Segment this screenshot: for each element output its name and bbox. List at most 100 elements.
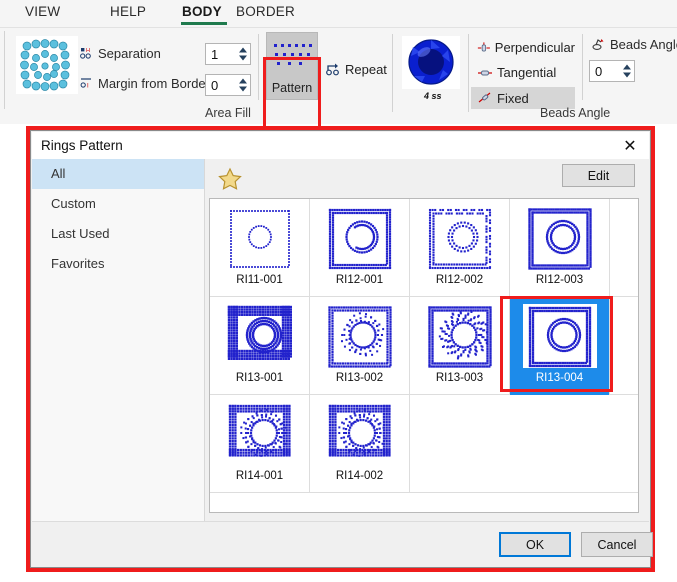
pattern-cell-label: RI13-003 <box>436 372 483 384</box>
close-icon[interactable]: ✕ <box>617 135 643 157</box>
pattern-cell-ri13-004[interactable]: RI13-004 <box>510 297 610 395</box>
ribbon-tab-bar: VIEW HELP BODY BORDER <box>0 0 677 27</box>
pattern-thumb-icon <box>321 205 399 273</box>
pattern-thumb-icon <box>221 303 299 371</box>
tab-border[interactable]: BORDER <box>236 4 295 19</box>
repeat-label: Repeat <box>345 62 387 77</box>
ribbon: VIEW HELP BODY BORDER <box>0 0 677 124</box>
tab-body-underline <box>181 22 227 25</box>
pattern-cell-empty <box>410 395 510 493</box>
sidebar-item-label: All <box>51 166 65 181</box>
pattern-cell-ri13-001[interactable]: RI13-001 <box>210 297 310 395</box>
edit-button[interactable]: Edit <box>562 164 635 187</box>
margin-icon: I <box>80 76 94 93</box>
repeat-button[interactable]: Repeat <box>325 58 393 80</box>
separation-label: Separation <box>98 46 161 61</box>
dialog-main: Edit <box>205 159 649 521</box>
app-root: VIEW HELP BODY BORDER <box>0 0 677 582</box>
pattern-thumb-icon <box>421 205 499 273</box>
tangential-icon <box>477 66 493 80</box>
rings-pattern-dialog-highlight: Rings Pattern ✕ All Custom Last Used Fav… <box>26 126 655 572</box>
separation-spin-arrows[interactable] <box>239 48 247 61</box>
gem-caption: 4 ss <box>424 91 442 101</box>
margin-label: Margin from Borders <box>98 76 216 91</box>
pattern-thumb-icon <box>221 205 299 273</box>
cancel-button[interactable]: Cancel <box>581 532 653 557</box>
svg-text:I: I <box>87 84 89 90</box>
pattern-cell-ri13-002[interactable]: RI13-002 <box>310 297 410 395</box>
pattern-cell-ri14-001[interactable]: RI14-001 <box>210 395 310 493</box>
pattern-row: RI14-001 RI14-002 <box>210 395 638 493</box>
pattern-cell-ri12-001[interactable]: RI12-001 <box>310 199 410 297</box>
gem-icon <box>402 36 460 89</box>
margin-spin-arrows[interactable] <box>239 79 247 92</box>
pattern-row: RI13-001 RI13-002 RI13-003 <box>210 297 638 395</box>
pattern-cell-empty <box>510 395 610 493</box>
margin-stepper[interactable] <box>205 74 251 96</box>
beads-preview-icon <box>17 37 77 93</box>
pattern-grid: RI11-001 RI12-001 RI12-002 <box>210 199 638 493</box>
pattern-cell-label: RI12-002 <box>436 274 483 286</box>
pattern-grid-panel: RI11-001 RI12-001 RI12-002 <box>209 198 639 513</box>
pattern-cell-ri11-001[interactable]: RI11-001 <box>210 199 310 297</box>
dialog-sidebar: All Custom Last Used Favorites <box>32 159 205 521</box>
ribbon-content: H Separation I Margin from Borders <box>0 27 677 124</box>
fixed-icon <box>477 91 493 105</box>
pattern-cell-label: RI14-001 <box>236 470 283 482</box>
gem-preview <box>402 36 460 89</box>
divider-angle <box>468 34 469 112</box>
repeat-icon <box>325 61 341 77</box>
divider-angle-value <box>582 34 583 100</box>
beads-angle-stepper[interactable] <box>589 60 635 82</box>
separation-icon: H <box>80 46 94 63</box>
sidebar-item-custom[interactable]: Custom <box>32 189 204 219</box>
pattern-cell-label: RI13-002 <box>336 372 383 384</box>
option-tangential[interactable]: Tangential <box>477 62 575 83</box>
pattern-cell-ri12-003[interactable]: RI12-003 <box>510 199 610 297</box>
sidebar-item-label: Last Used <box>51 226 110 241</box>
beads-angle-spin-arrows[interactable] <box>623 65 631 78</box>
divider-pattern <box>258 34 259 100</box>
pattern-thumb-icon <box>521 303 599 371</box>
dialog-title-bar: Rings Pattern ✕ <box>32 132 649 159</box>
sidebar-item-last-used[interactable]: Last Used <box>32 219 204 249</box>
pattern-cell-ri14-002[interactable]: RI14-002 <box>310 395 410 493</box>
sidebar-item-label: Custom <box>51 196 96 211</box>
pattern-thumb-icon <box>321 401 399 469</box>
beads-angle-value-label: Beads Angle <box>610 37 677 52</box>
option-perpendicular-label: Perpendicular <box>495 40 575 55</box>
option-fixed-label: Fixed <box>497 91 529 106</box>
perpendicular-icon <box>477 41 491 55</box>
dialog-footer: OK Cancel <box>32 521 649 566</box>
sidebar-item-all[interactable]: All <box>32 159 204 189</box>
pattern-cell-label: RI12-003 <box>536 274 583 286</box>
area-fill-group-label: Area Fill <box>205 106 251 120</box>
favorite-star-icon[interactable] <box>217 166 243 192</box>
pattern-cell-label: RI13-001 <box>236 372 283 384</box>
pattern-cell-label: RI14-002 <box>336 470 383 482</box>
option-perpendicular[interactable]: Perpendicular <box>477 37 575 58</box>
pattern-cell-label: RI11-001 <box>236 274 282 286</box>
pattern-thumb-icon <box>521 205 599 273</box>
tab-body[interactable]: BODY <box>182 4 222 19</box>
pattern-thumb-icon <box>221 401 299 469</box>
dialog-toolbar: Edit <box>205 159 649 198</box>
option-tangential-label: Tangential <box>497 65 556 80</box>
rings-pattern-dialog: Rings Pattern ✕ All Custom Last Used Fav… <box>30 130 651 568</box>
dialog-title: Rings Pattern <box>41 138 123 153</box>
sidebar-item-label: Favorites <box>51 256 104 271</box>
area-fill-preview <box>16 36 78 94</box>
separation-stepper[interactable] <box>205 43 251 65</box>
pattern-thumb-icon <box>321 303 399 371</box>
divider-gem <box>392 34 393 112</box>
pattern-cell-ri13-003[interactable]: RI13-003 <box>410 297 510 395</box>
sidebar-item-favorites[interactable]: Favorites <box>32 249 204 279</box>
pattern-cell-label: RI13-004 <box>536 372 583 384</box>
pattern-row: RI11-001 RI12-001 RI12-002 <box>210 199 638 297</box>
tab-view[interactable]: VIEW <box>25 4 60 19</box>
pattern-cell-ri12-002[interactable]: RI12-002 <box>410 199 510 297</box>
pattern-cell-label: RI12-001 <box>336 274 383 286</box>
pattern-button[interactable]: Pattern <box>266 32 318 100</box>
tab-help[interactable]: HELP <box>110 4 146 19</box>
ok-button[interactable]: OK <box>499 532 571 557</box>
